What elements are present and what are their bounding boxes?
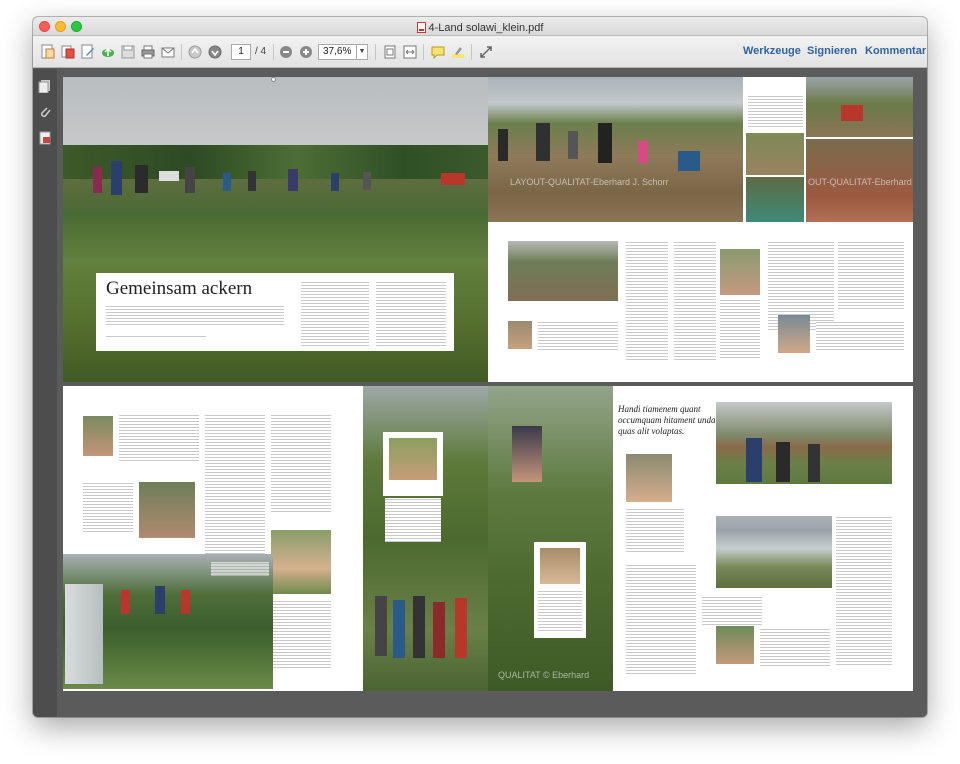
fit-page-icon[interactable] (381, 43, 399, 61)
pdf-page-3 (63, 386, 488, 691)
signature-icon[interactable] (38, 131, 52, 145)
zoom-value: 37,6% (323, 46, 352, 57)
nav-link-kommentar[interactable]: Kommentar (865, 45, 926, 57)
toolbar-separator (375, 44, 376, 60)
pdf-viewer-window: 4-Land solawi_klein.pdf 1 / 4 37,6% ▼ Wer… (33, 17, 927, 717)
chevron-down-icon: ▼ (356, 45, 367, 59)
window-title-text: 4-Land solawi_klein.pdf (428, 22, 544, 34)
pdf-file-icon (416, 22, 426, 33)
nav-link-werkzeuge[interactable]: Werkzeuge (743, 45, 801, 57)
edit-icon[interactable] (79, 43, 97, 61)
greenhouse-field-photo (63, 554, 273, 689)
email-icon[interactable] (159, 43, 177, 61)
article-headline: Gemeinsam ackern (106, 278, 253, 299)
expand-icon[interactable] (477, 43, 495, 61)
pdf-page-2: LAYOUT-QUALITAT-Eberhard J. Schorr OUT-Q… (488, 77, 913, 382)
portrait-photo (720, 249, 760, 295)
nav-link-signieren[interactable]: Signieren (807, 45, 857, 57)
portrait-photo (778, 315, 810, 353)
highlight-icon[interactable] (449, 43, 467, 61)
field-work-photo (508, 241, 618, 301)
portrait-photo (626, 454, 672, 502)
portrait-photo (716, 626, 754, 664)
toolbar-separator (471, 44, 472, 60)
toolbar-separator (273, 44, 274, 60)
title-bar: 4-Land solawi_klein.pdf (33, 17, 927, 36)
portrait-photo (83, 416, 113, 456)
page-total: / 4 (255, 46, 267, 57)
window-title: 4-Land solawi_klein.pdf (33, 20, 927, 34)
document-area[interactable]: Gemeinsam ackern LAYOUT-QUALITAT-Eberhar… (57, 69, 927, 717)
print-icon[interactable] (139, 43, 157, 61)
headline-box: Gemeinsam ackern (96, 273, 454, 351)
page-up-icon[interactable] (186, 43, 204, 61)
polytunnel-photo (716, 516, 832, 588)
watermark-text-2: OUT-QUALITAT-Eberhard J. Schorr (808, 177, 913, 187)
portrait-photo (508, 321, 532, 349)
attachments-icon[interactable] (38, 105, 52, 119)
farm-buildings-photo (716, 402, 892, 484)
group-photo (363, 386, 488, 691)
watermark-text: LAYOUT-QUALITAT-Eberhard J. Schorr (510, 177, 669, 187)
pdf-page-1: Gemeinsam ackern (63, 77, 488, 382)
toolbar-separator (181, 44, 182, 60)
portrait-photo (139, 482, 195, 538)
zoom-level-select[interactable]: 37,6% ▼ (318, 44, 368, 60)
zoom-in-icon[interactable] (297, 43, 315, 61)
create-pdf-icon[interactable] (39, 43, 57, 61)
pull-quote: Handi tiamenem quant occumquam hitament … (618, 404, 722, 436)
combine-icon[interactable] (59, 43, 77, 61)
harvest-photo: LAYOUT-QUALITAT-Eberhard J. Schorr (488, 77, 743, 222)
watermark-text-3: QUALITAT © Eberhard (498, 670, 590, 680)
fit-width-icon[interactable] (401, 43, 419, 61)
portrait-photo (271, 530, 331, 594)
upload-cloud-icon[interactable] (99, 43, 117, 61)
page-down-icon[interactable] (206, 43, 224, 61)
toolbar-separator (423, 44, 424, 60)
photo-collage: OUT-QUALITAT-Eberhard J. Schorr (746, 77, 913, 222)
comment-icon[interactable] (429, 43, 447, 61)
pdf-page-4: QUALITAT © Eberhard Handi tiamenem quant… (488, 386, 913, 691)
page-number-input[interactable]: 1 (231, 44, 251, 60)
portrait-field-photo: QUALITAT © Eberhard (488, 386, 613, 691)
save-icon[interactable] (119, 43, 137, 61)
left-sidebar (33, 69, 57, 717)
toolbar: 1 / 4 37,6% ▼ Werkzeuge Signieren Komment… (33, 36, 927, 68)
page-thumbnails-icon[interactable] (38, 79, 52, 94)
zoom-out-icon[interactable] (277, 43, 295, 61)
